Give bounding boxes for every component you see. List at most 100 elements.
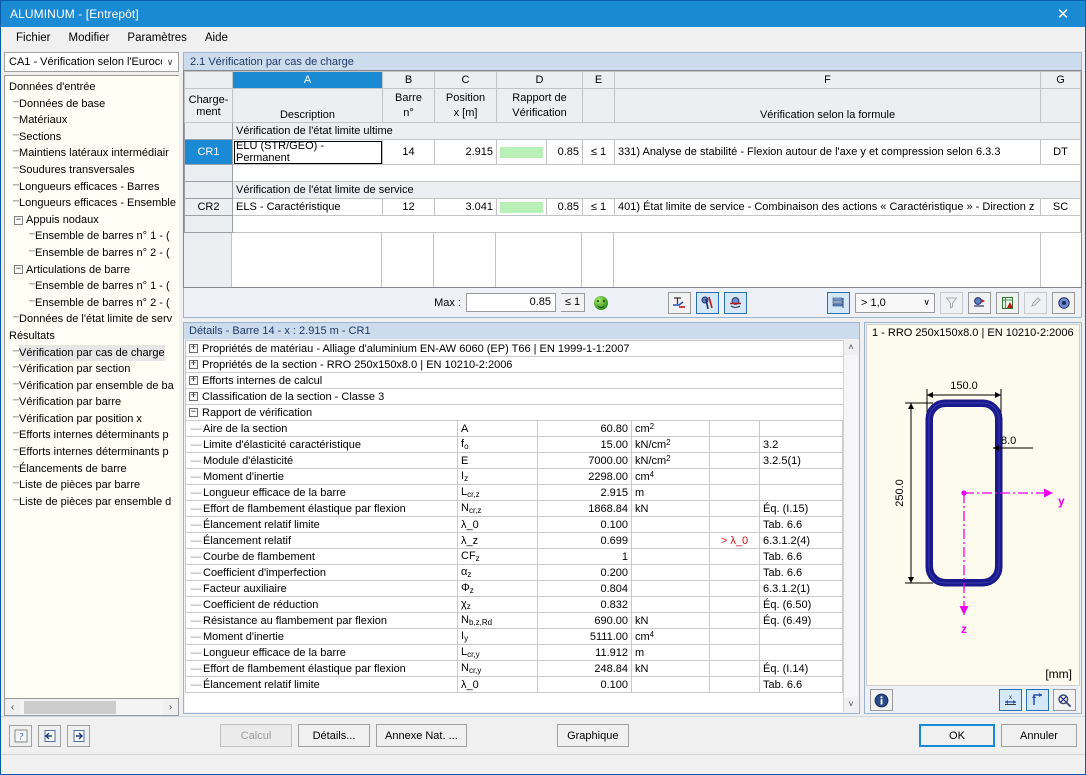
details-row[interactable]: — Élancement relatif λ_z 0.699 > λ_0 6.3.1.2(… bbox=[185, 532, 843, 549]
details-row[interactable]: — Facteur auxiliaire Φz 0.804 6.3.1.2(1) bbox=[185, 580, 843, 597]
filter-button[interactable] bbox=[940, 291, 963, 314]
details-group-row[interactable]: + Efforts internes de calcul bbox=[185, 372, 843, 389]
nav-item-2[interactable]: ⋯ Matériaux bbox=[5, 112, 179, 129]
tree-expander[interactable]: − bbox=[14, 265, 23, 275]
nav-item-25[interactable]: ⋯ Liste de pièces par ensemble d bbox=[5, 494, 179, 511]
zoom-reset-button[interactable] bbox=[1053, 689, 1076, 711]
pen-button[interactable] bbox=[1024, 291, 1047, 314]
details-button[interactable]: Détails... bbox=[298, 724, 370, 747]
group-expander[interactable]: + bbox=[189, 360, 198, 370]
ok-button[interactable]: OK bbox=[919, 724, 995, 747]
hscroll-thumb[interactable] bbox=[24, 700, 116, 714]
details-row[interactable]: — Longueur efficace de la barre Lcr,z 2.915… bbox=[185, 484, 843, 501]
chevron-up-icon[interactable]: ˄ bbox=[844, 340, 858, 355]
annexe-nat-button[interactable]: Annexe Nat. ... bbox=[376, 724, 467, 747]
calcul-button[interactable]: Calcul bbox=[220, 724, 292, 747]
cell-formula-cr1[interactable]: 331) Analyse de stabilité - Flexion auto… bbox=[614, 139, 1041, 165]
nav-item-14[interactable]: ⋯ Données de l'état limite de serv bbox=[5, 311, 179, 328]
graphique-button[interactable]: Graphique bbox=[556, 724, 629, 747]
cell-sc-cr2[interactable]: SC bbox=[1040, 198, 1081, 216]
details-row[interactable]: — Coefficient d'imperfection αz 0.200 Tab. 6… bbox=[185, 564, 843, 581]
menu-item-parametres[interactable]: Paramètres bbox=[118, 30, 195, 46]
nav-item-6[interactable]: ⋯ Longueurs efficaces - Barres bbox=[5, 179, 179, 196]
row-handle-empty2[interactable] bbox=[184, 215, 233, 233]
row-id-cr2[interactable]: CR2 bbox=[184, 198, 233, 216]
dimensions-button[interactable]: x bbox=[999, 689, 1022, 711]
filter-combo[interactable]: > 1,0 ∨ bbox=[855, 292, 935, 313]
nav-item-24[interactable]: ⋯ Liste de pièces par barre bbox=[5, 477, 179, 494]
nav-item-16[interactable]: ⋯ Vérification par cas de charge bbox=[5, 344, 179, 362]
details-row[interactable]: — Effort de flambement élastique par flex… bbox=[185, 660, 843, 677]
nav-item-19[interactable]: ⋯ Vérification par barre bbox=[5, 394, 179, 411]
cancel-button[interactable]: Annuler bbox=[1001, 724, 1077, 747]
details-row[interactable]: — Résistance au flambement par flexion Nb,… bbox=[185, 612, 843, 629]
cell-ratio-cr1[interactable]: 0.85 bbox=[545, 139, 584, 165]
cell-description-cr2[interactable]: ELS - Caractéristique bbox=[232, 198, 383, 216]
nav-item-15[interactable]: Résultats bbox=[5, 328, 179, 345]
details-group-row[interactable]: + Propriétés de matériau - Alliage d'alum… bbox=[185, 340, 843, 357]
details-row[interactable]: — Module d'élasticité E 7000.00 kN/cm2 3.2.5(… bbox=[185, 452, 843, 469]
cell-barre-cr1[interactable]: 14 bbox=[382, 139, 435, 165]
case-selector-combo[interactable]: CA1 - Vérification selon l'Euroco ∨ bbox=[4, 52, 179, 72]
details-row[interactable]: — Longueur efficace de la barre Lcr,y 11.91… bbox=[185, 644, 843, 661]
help-button[interactable]: ? bbox=[9, 724, 32, 747]
table-row[interactable]: CR2 ELS - Caractéristique 12 3.041 0.85 … bbox=[184, 198, 1081, 216]
col-letter-g[interactable]: G bbox=[1040, 71, 1081, 89]
nav-item-20[interactable]: ⋯ Vérification par position x bbox=[5, 411, 179, 428]
group-row-handle[interactable] bbox=[184, 122, 233, 140]
nav-item-9[interactable]: ⋯ Ensemble de barres n° 1 - ( bbox=[5, 228, 179, 245]
view-button[interactable] bbox=[1052, 291, 1075, 314]
details-group-row[interactable]: + Classification de la section - Classe 3 bbox=[185, 388, 843, 405]
member-view-button[interactable] bbox=[696, 291, 719, 314]
cell-barre-cr2[interactable]: 12 bbox=[382, 198, 435, 216]
chevron-down-icon[interactable]: ˅ bbox=[844, 697, 858, 712]
section-view-button[interactable] bbox=[668, 291, 691, 314]
nav-item-8[interactable]: − Appuis nodaux bbox=[5, 212, 179, 229]
vscroll-trough[interactable] bbox=[844, 355, 858, 697]
color-bars-button[interactable] bbox=[827, 291, 850, 314]
details-row[interactable]: — Limite d'élasticité caractéristique fo 15… bbox=[185, 436, 843, 453]
details-group-row[interactable]: − Rapport de vérification bbox=[185, 404, 843, 421]
menu-item-modifier[interactable]: Modifier bbox=[60, 30, 119, 46]
details-group-row[interactable]: + Propriétés de la section - RRO 250x150x… bbox=[185, 356, 843, 373]
cell-position-cr1[interactable]: 2.915 bbox=[434, 139, 497, 165]
details-row[interactable]: — Aire de la section A 60.80 cm2 bbox=[185, 420, 843, 437]
nav-item-3[interactable]: ⋯ Sections bbox=[5, 129, 179, 146]
chevron-left-icon[interactable]: ‹ bbox=[5, 702, 20, 713]
group-expander[interactable]: + bbox=[189, 344, 198, 354]
details-row[interactable]: — Effort de flambement élastique par flex… bbox=[185, 500, 843, 517]
col-letter-f[interactable]: F bbox=[614, 71, 1041, 89]
chevron-right-icon[interactable]: › bbox=[163, 702, 178, 713]
col-letter-c[interactable]: C bbox=[434, 71, 497, 89]
row-id-cr1[interactable]: CR1 bbox=[184, 139, 233, 165]
nav-item-21[interactable]: ⋯ Efforts internes déterminants p bbox=[5, 427, 179, 444]
details-row[interactable]: — Élancement relatif limite λ_0 0.100 Tab. 6… bbox=[185, 516, 843, 533]
table-row[interactable]: CR1 ELU (STR/GEO) - Permanent 14 2.915 0… bbox=[184, 139, 1081, 165]
col-letter-a[interactable]: A bbox=[232, 71, 383, 89]
group-expander[interactable]: + bbox=[189, 392, 198, 402]
nav-item-5[interactable]: ⋯ Soudures transversales bbox=[5, 162, 179, 179]
menu-item-fichier[interactable]: Fichier bbox=[7, 30, 60, 46]
menu-item-aide[interactable]: Aide bbox=[196, 30, 237, 46]
details-row[interactable]: — Coefficient de réduction χz 0.832 Éq. (6.5… bbox=[185, 596, 843, 613]
hscroll-trough[interactable] bbox=[20, 699, 163, 715]
nav-item-13[interactable]: ⋯ Ensemble de barres n° 2 - ( bbox=[5, 295, 179, 312]
nav-item-22[interactable]: ⋯ Efforts internes déterminants p bbox=[5, 444, 179, 461]
details-row[interactable]: — Courbe de flambement CFz 1 Tab. 6.6 bbox=[185, 548, 843, 565]
col-letter-d[interactable]: D bbox=[495, 71, 584, 89]
nav-item-4[interactable]: ⋯ Maintiens latéraux intermédiair bbox=[5, 145, 179, 162]
row-handle-empty1[interactable] bbox=[184, 164, 233, 182]
nav-item-0[interactable]: Données d'entrée bbox=[5, 79, 179, 96]
nav-item-10[interactable]: ⋯ Ensemble de barres n° 2 - ( bbox=[5, 245, 179, 262]
close-icon[interactable]: ✕ bbox=[1041, 1, 1085, 27]
details-row[interactable]: — Élancement relatif limite λ_0 0.100 Tab. 6… bbox=[185, 676, 843, 693]
group-row-handle-2[interactable] bbox=[184, 181, 233, 199]
nav-item-7[interactable]: ⋯ Longueurs efficaces - Ensemble bbox=[5, 195, 179, 212]
prev-view-button[interactable] bbox=[38, 724, 61, 747]
nav-item-1[interactable]: ⋯ Données de base bbox=[5, 96, 179, 113]
cell-sc-cr1[interactable]: DT bbox=[1040, 139, 1081, 165]
tree-expander[interactable]: − bbox=[14, 215, 23, 225]
render-button[interactable] bbox=[968, 291, 991, 314]
details-row[interactable]: — Moment d'inertie Iy 5111.00 cm4 bbox=[185, 628, 843, 645]
axes-button[interactable] bbox=[1026, 689, 1049, 711]
